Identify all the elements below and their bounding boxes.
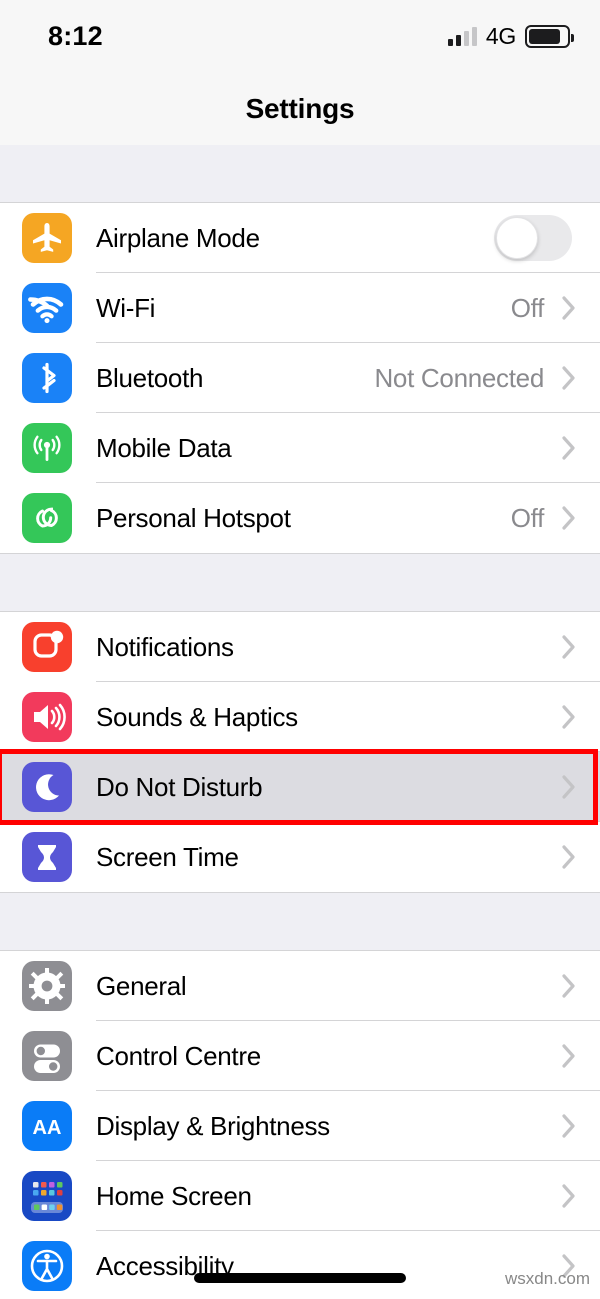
- status-indicators: 4G: [447, 22, 574, 50]
- chevron-right-icon: [556, 1043, 582, 1069]
- row-label-bluetooth: Bluetooth: [96, 362, 204, 393]
- moon-icon: [22, 762, 72, 812]
- speaker-icon: [22, 692, 72, 742]
- settings-row-screen-time[interactable]: Screen Time: [0, 822, 600, 892]
- status-bar: 8:12 4G: [0, 0, 600, 72]
- home-indicator: [194, 1273, 406, 1283]
- group-separator-system: [0, 893, 600, 950]
- group-separator-connectivity: [0, 145, 600, 202]
- settings-row-mobile-data[interactable]: Mobile Data: [0, 413, 600, 483]
- chevron-right-icon: [556, 774, 582, 800]
- settings-group-system: General Control Centre AA Display & Brightn…: [0, 950, 600, 1299]
- settings-row-do-not-disturb[interactable]: Do Not Disturb: [0, 752, 600, 822]
- settings-row-notifications[interactable]: Notifications: [0, 612, 600, 682]
- row-label-display-brightness: Display & Brightness: [96, 1110, 330, 1141]
- svg-text:AA: AA: [33, 1117, 62, 1139]
- settings-row-display-brightness[interactable]: AA Display & Brightness: [0, 1091, 600, 1161]
- aa-text-icon: AA: [22, 1101, 72, 1151]
- chevron-right-icon: [556, 973, 582, 999]
- bluetooth-icon: [22, 353, 72, 403]
- chevron-right-icon: [556, 505, 582, 531]
- accessibility-icon: [22, 1241, 72, 1291]
- settings-screen: 8:12 4G Settings Airplane Mode Wi-Fi Off Bl…: [0, 0, 600, 1299]
- row-label-airplane-mode: Airplane Mode: [96, 222, 260, 253]
- settings-group-connectivity: Airplane Mode Wi-Fi Off Bluetooth Not Connec…: [0, 202, 600, 554]
- chevron-right-icon: [556, 844, 582, 870]
- wifi-icon: [22, 283, 72, 333]
- hotspot-icon: [22, 493, 72, 543]
- toggles-icon: [22, 1031, 72, 1081]
- row-label-control-centre: Control Centre: [96, 1040, 261, 1071]
- row-label-sounds-haptics: Sounds & Haptics: [96, 701, 298, 732]
- watermark: wsxdn.com: [504, 1269, 590, 1288]
- settings-row-wifi[interactable]: Wi-Fi Off: [0, 273, 600, 343]
- chevron-right-icon: [556, 365, 582, 391]
- cellular-signal-icon: [447, 26, 477, 46]
- toggle-airplane-mode[interactable]: [494, 215, 572, 261]
- settings-row-control-centre[interactable]: Control Centre: [0, 1021, 600, 1091]
- settings-row-general[interactable]: General: [0, 951, 600, 1021]
- battery-icon: [525, 24, 574, 48]
- row-value-wifi: Off: [510, 292, 545, 323]
- settings-row-airplane-mode[interactable]: Airplane Mode: [0, 203, 600, 273]
- row-value-bluetooth: Not Connected: [374, 362, 544, 393]
- row-label-screen-time: Screen Time: [96, 841, 239, 872]
- cellular-antenna-icon: [22, 423, 72, 473]
- row-label-notifications: Notifications: [96, 631, 234, 662]
- gear-icon: [22, 961, 72, 1011]
- status-time: 8:12: [48, 20, 103, 51]
- network-type-label: 4G: [485, 22, 516, 49]
- chevron-right-icon: [556, 634, 582, 660]
- notifications-icon: [22, 622, 72, 672]
- settings-row-bluetooth[interactable]: Bluetooth Not Connected: [0, 343, 600, 413]
- group-separator-alerts: [0, 554, 600, 611]
- row-value-personal-hotspot: Off: [510, 502, 545, 533]
- chevron-right-icon: [556, 704, 582, 730]
- settings-list[interactable]: Airplane Mode Wi-Fi Off Bluetooth Not Connec…: [0, 145, 600, 1299]
- row-label-do-not-disturb: Do Not Disturb: [96, 771, 263, 802]
- app-grid-icon: [22, 1171, 72, 1221]
- hourglass-icon: [22, 832, 72, 882]
- row-label-general: General: [96, 970, 187, 1001]
- chevron-right-icon: [556, 295, 582, 321]
- row-label-home-screen: Home Screen: [96, 1180, 252, 1211]
- row-label-personal-hotspot: Personal Hotspot: [96, 502, 291, 533]
- chevron-right-icon: [556, 1183, 582, 1209]
- settings-row-home-screen[interactable]: Home Screen: [0, 1161, 600, 1231]
- navigation-bar: Settings: [0, 72, 600, 145]
- row-label-wifi: Wi-Fi: [96, 292, 156, 323]
- settings-group-alerts: Notifications Sounds & Haptics Do Not Dist…: [0, 611, 600, 893]
- chevron-right-icon: [556, 1113, 582, 1139]
- settings-row-personal-hotspot[interactable]: Personal Hotspot Off: [0, 483, 600, 553]
- page-title: Settings: [245, 92, 355, 124]
- airplane-icon: [22, 213, 72, 263]
- settings-row-sounds-haptics[interactable]: Sounds & Haptics: [0, 682, 600, 752]
- row-label-mobile-data: Mobile Data: [96, 432, 232, 463]
- chevron-right-icon: [556, 435, 582, 461]
